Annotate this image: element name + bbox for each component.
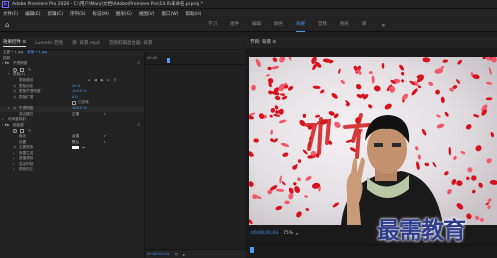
- workspace-tab-libraries[interactable]: 库: [362, 18, 367, 32]
- playhead[interactable]: [167, 58, 170, 63]
- rectangle-mask-icon[interactable]: [20, 129, 24, 134]
- menu-window[interactable]: 窗口(W): [162, 11, 179, 17]
- video-frame: [249, 57, 497, 225]
- menu-sequence[interactable]: 序列(S): [70, 11, 85, 17]
- color-correction-label: 颜色校正: [19, 167, 34, 172]
- monitor-timecode[interactable]: 00;00;01;03: [251, 231, 278, 236]
- workspace-tab-graphics[interactable]: 图形: [340, 18, 349, 32]
- home-icon[interactable]: ⌂: [5, 21, 9, 29]
- workspace-tab-assembly[interactable]: 组件: [230, 18, 239, 32]
- tab-source-monitor[interactable]: 源: 背景.mp4: [72, 40, 100, 46]
- menu-edit[interactable]: 编辑(E): [25, 11, 40, 17]
- ellipse-mask-icon[interactable]: [13, 129, 17, 134]
- menu-graphics[interactable]: 图形(G): [116, 11, 132, 17]
- timeline-status-bar: 00:00:01:03 ⛉ ▸: [145, 249, 246, 258]
- video-image: [249, 57, 497, 225]
- menu-clip[interactable]: 剪辑(C): [47, 11, 63, 17]
- workspace-more-button[interactable]: »: [382, 22, 386, 29]
- current-time[interactable]: 00:00:01:03: [147, 252, 169, 256]
- menu-file[interactable]: 文件(F): [3, 11, 18, 17]
- play-only-icon[interactable]: ▸: [183, 252, 185, 257]
- inverted-checkbox[interactable]: [72, 101, 76, 106]
- menu-bar: 文件(F) 编辑(E) 剪辑(C) 序列(S) 标记(M) 图形(G) 视图(V…: [0, 9, 497, 18]
- menu-help[interactable]: 帮助(H): [185, 11, 201, 17]
- tab-lumetri-scopes[interactable]: Lumetri 范围: [35, 40, 63, 46]
- tab-effect-controls[interactable]: 效果控件 ≡: [3, 39, 27, 47]
- workspace-bar: ⌂ 学习 组件 编辑 颜色 效果 音频 图形 库 »: [0, 18, 497, 32]
- effect-controls-list: 主要 * 1.jpg 背景 * 1.jpg 视频 ▾ fx 不透明度 ↺ ✎ ▾…: [0, 50, 144, 173]
- premiere-pro-icon: Pr: [2, 0, 9, 8]
- panel-tab-bar: 效果控件 ≡ Lumetri 范围 源: 背景.mp4 音频剪辑混合器: 背景: [0, 37, 245, 50]
- expand-icon[interactable]: ▸: [13, 167, 15, 173]
- key-color-swatch[interactable]: [72, 146, 79, 150]
- menu-view[interactable]: 视图(V): [139, 11, 155, 17]
- tab-audio-clip-mixer[interactable]: 音频剪辑混合器: 背景: [109, 40, 152, 46]
- workspace-tab-effects[interactable]: 效果: [296, 18, 305, 32]
- effect-controls-timeline[interactable]: 00:00 00:00:01:03 ⛉ ▸: [144, 52, 246, 258]
- filter-icon[interactable]: ⛉: [175, 252, 178, 257]
- workspace-tab-audio[interactable]: 音频: [318, 18, 327, 32]
- zoom-level-dropdown[interactable]: 75%: [283, 231, 293, 236]
- playhead[interactable]: [250, 247, 254, 253]
- timeline-ruler[interactable]: 00:00: [145, 52, 246, 65]
- monitor-scrubber[interactable]: [246, 244, 497, 258]
- menu-markers[interactable]: 标记(M): [93, 11, 109, 17]
- timeline-start-time: 00:00: [147, 56, 158, 60]
- program-monitor-tab[interactable]: 节目: 背景 ≡: [250, 39, 276, 45]
- workspace-tab-editing[interactable]: 编辑: [252, 18, 261, 32]
- workspace-tab-learn[interactable]: 学习: [208, 18, 217, 32]
- color-correction-row[interactable]: ▸ 颜色校正: [0, 167, 144, 173]
- title-bar: Pr Adobe Premiere Pro 2020 - C:\用户\Mary\…: [0, 0, 497, 9]
- program-monitor-panel: 节目: 背景 ≡: [246, 37, 497, 48]
- workspace-tab-color[interactable]: 颜色: [274, 18, 283, 32]
- window-title: Adobe Premiere Pro 2020 - C:\用户\Mary\文档\…: [12, 2, 203, 7]
- watermark-logo: 最需教育: [377, 217, 466, 244]
- workspace-tabs: 学习 组件 编辑 颜色 效果 音频 图形 库 »: [208, 18, 385, 32]
- chevron-down-icon[interactable]: ▾: [296, 231, 298, 236]
